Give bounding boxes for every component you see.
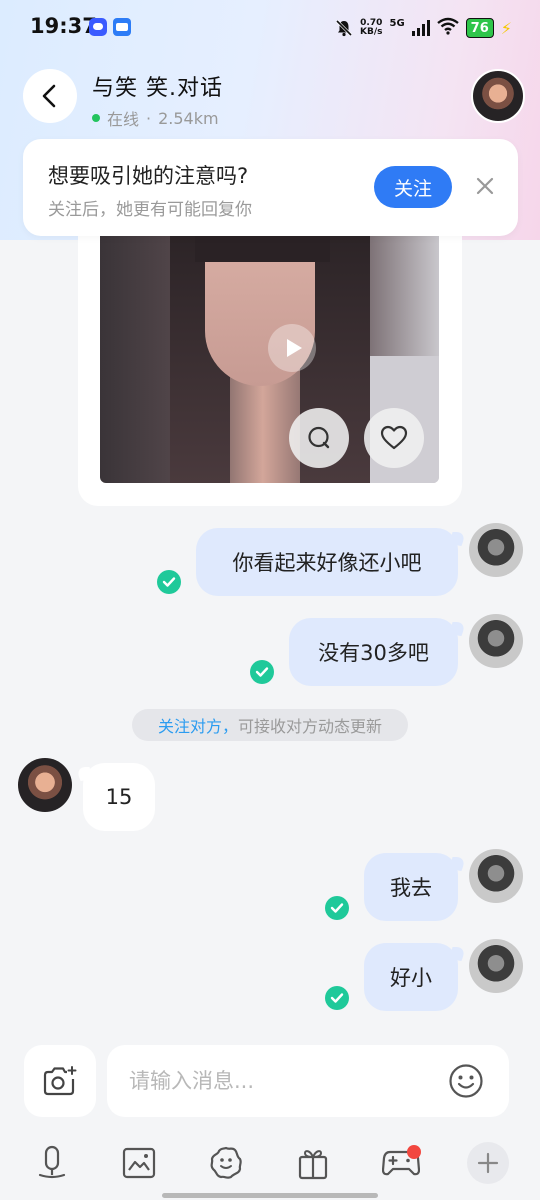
status-bar: 19:37 0.70 KB/s 5G 76 ⚡	[0, 0, 540, 56]
battery-level: 76	[465, 18, 494, 38]
message-bubble-received[interactable]: 15	[83, 763, 155, 831]
follow-system-notice: 关注对方， 可接收对方动态更新	[132, 709, 408, 741]
peer-message-avatar[interactable]	[18, 758, 72, 812]
chat-toolbar	[0, 1135, 540, 1191]
message-bubble-sent[interactable]: 我去	[364, 853, 458, 921]
distance-label: 2.54km	[158, 108, 219, 128]
mute-bell-icon	[335, 19, 353, 37]
qq-app-icon	[89, 18, 107, 36]
sticker-button[interactable]	[206, 1143, 246, 1183]
online-dot-icon	[92, 114, 100, 122]
heart-icon	[380, 425, 408, 450]
thumbnail-bangs	[195, 236, 330, 262]
camera-icon	[43, 1066, 77, 1096]
home-indicator[interactable]	[162, 1193, 378, 1198]
message-app-icon	[113, 18, 131, 36]
status-indicators: 0.70 KB/s 5G 76 ⚡	[335, 16, 512, 40]
back-button[interactable]	[23, 69, 77, 123]
game-button[interactable]	[381, 1143, 421, 1183]
wifi-icon	[436, 17, 459, 39]
my-avatar[interactable]	[469, 614, 523, 668]
video-message-card[interactable]	[78, 236, 462, 506]
my-avatar[interactable]	[469, 939, 523, 993]
my-avatar[interactable]	[469, 523, 523, 577]
image-icon	[122, 1147, 156, 1179]
message-bubble-sent[interactable]: 好小	[364, 943, 458, 1011]
online-status: 在线 · 2.54km	[92, 106, 219, 130]
voice-icon	[38, 1145, 66, 1179]
follow-prompt-banner: 想要吸引她的注意吗? 关注后，她更有可能回复你 关注	[23, 139, 518, 236]
signal-icon	[411, 20, 430, 36]
online-label: 在线	[107, 110, 140, 129]
like-button[interactable]	[364, 408, 424, 468]
my-avatar[interactable]	[469, 849, 523, 903]
charging-bolt-icon: ⚡	[500, 18, 512, 38]
message-bubble-sent[interactable]: 你看起来好像还小吧	[196, 528, 458, 596]
more-button[interactable]	[467, 1142, 509, 1184]
game-notification-dot	[407, 1145, 421, 1159]
emoji-icon	[449, 1064, 483, 1098]
image-button[interactable]	[119, 1143, 159, 1183]
network-speed: 0.70 KB/s	[360, 19, 382, 37]
status-time: 19:37	[30, 14, 97, 38]
network-type: 5G	[389, 17, 405, 29]
read-check-icon	[157, 570, 181, 594]
network-speed-unit: KB/s	[360, 27, 383, 37]
emoji-button[interactable]	[448, 1063, 484, 1099]
read-check-icon	[250, 660, 274, 684]
sticker-icon	[210, 1146, 242, 1179]
follow-prompt-title: 想要吸引她的注意吗?	[48, 164, 249, 188]
follow-notice-text: 可接收对方动态更新	[238, 717, 383, 736]
peer-avatar[interactable]	[471, 69, 525, 123]
gift-icon	[298, 1150, 328, 1180]
chevron-left-icon	[42, 84, 56, 108]
message-input[interactable]	[129, 1063, 429, 1099]
camera-button[interactable]	[24, 1045, 96, 1117]
follow-button[interactable]: 关注	[374, 166, 452, 208]
close-icon	[476, 177, 494, 195]
play-button[interactable]	[268, 324, 316, 372]
message-bubble-sent[interactable]: 没有30多吧	[289, 618, 458, 686]
video-thumbnail[interactable]	[100, 236, 439, 483]
follow-notice-link[interactable]: 关注对方，	[158, 713, 238, 737]
read-check-icon	[325, 896, 349, 920]
comment-icon	[308, 426, 330, 449]
comment-button[interactable]	[289, 408, 349, 468]
message-input-field[interactable]	[107, 1045, 509, 1117]
status-separator: ·	[146, 108, 152, 128]
gift-button[interactable]	[293, 1143, 333, 1183]
read-check-icon	[325, 986, 349, 1010]
plus-icon	[477, 1152, 499, 1174]
voice-button[interactable]	[32, 1143, 72, 1183]
chat-title: 与笑 笑.对话	[92, 76, 223, 101]
follow-prompt-subtitle: 关注后，她更有可能回复你	[48, 200, 252, 220]
close-banner-button[interactable]	[474, 175, 496, 197]
